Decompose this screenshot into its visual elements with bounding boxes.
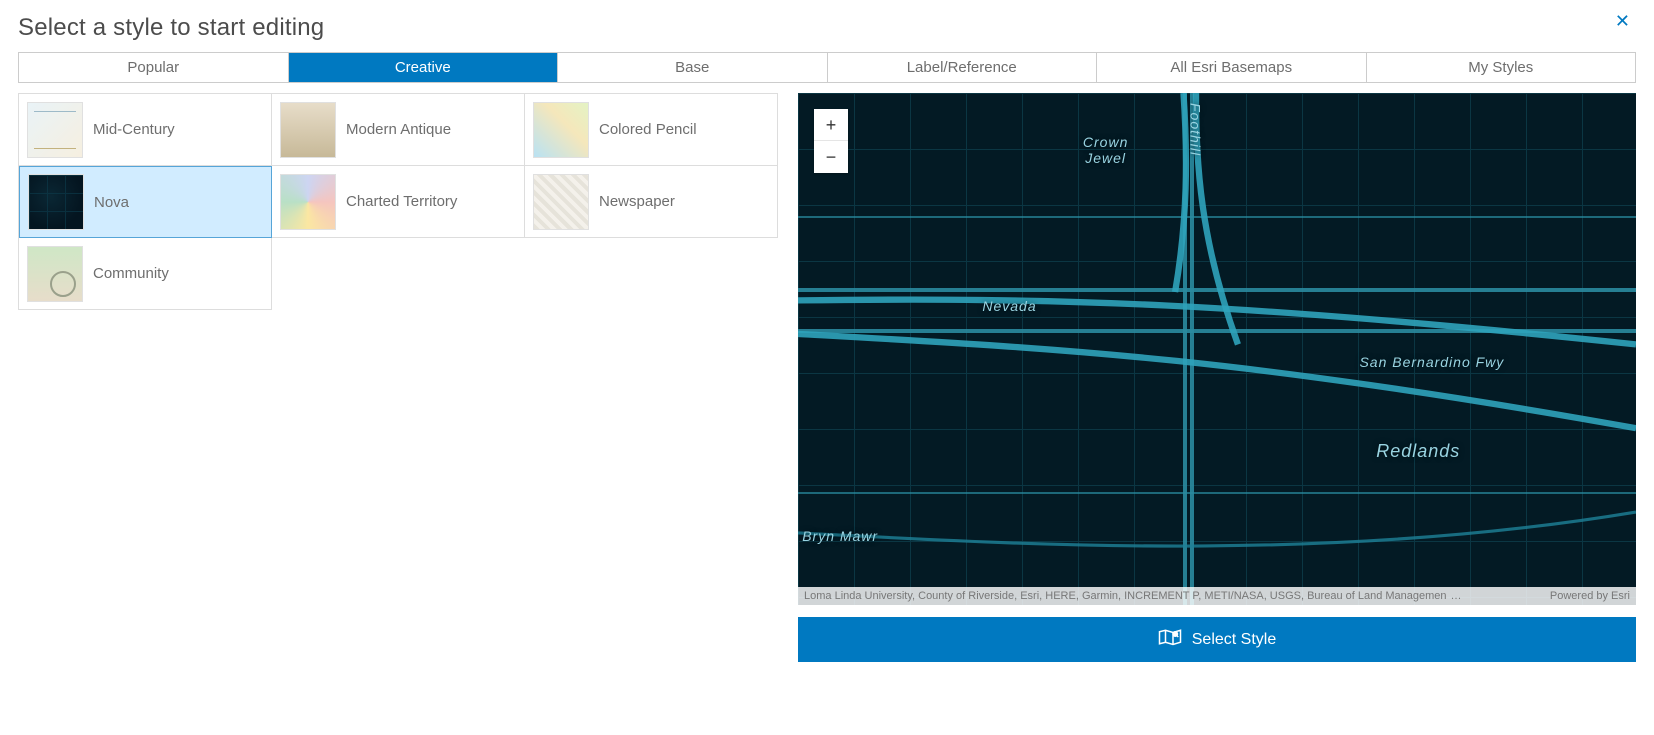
- style-card-nova[interactable]: Nova: [19, 166, 272, 238]
- style-card-modern-antique[interactable]: Modern Antique: [272, 94, 525, 166]
- style-thumbnail: [27, 102, 83, 158]
- style-card-label: Nova: [94, 194, 129, 211]
- map-label-bryn-mawr: Bryn Mawr: [802, 528, 878, 544]
- map-style-icon: [1158, 627, 1182, 652]
- style-card-label: Mid-Century: [93, 121, 175, 138]
- style-thumbnail: [280, 102, 336, 158]
- page-title: Select a style to start editing: [18, 14, 324, 42]
- tab-base[interactable]: Base: [558, 53, 828, 82]
- style-grid: Mid-Century Modern Antique Colored Pencil N…: [18, 93, 778, 310]
- map-attribution-right: Powered by Esri: [1550, 590, 1630, 602]
- map-attribution-left: Loma Linda University, County of Riversi…: [804, 590, 1462, 602]
- map-attribution-bar: Loma Linda University, County of Riversi…: [798, 587, 1636, 605]
- freeway-lines: [798, 93, 1636, 605]
- style-thumbnail: [28, 174, 84, 230]
- select-style-button[interactable]: Select Style: [798, 617, 1636, 662]
- zoom-in-button[interactable]: +: [814, 109, 848, 141]
- tab-label-reference[interactable]: Label/Reference: [828, 53, 1098, 82]
- map-preview[interactable]: CrownJewel Nevada San Bernardino Fwy Red…: [798, 93, 1636, 605]
- tab-popular[interactable]: Popular: [19, 53, 289, 82]
- style-thumbnail: [27, 246, 83, 302]
- style-card-community[interactable]: Community: [19, 238, 272, 310]
- map-label-crown-jewel: CrownJewel: [1083, 134, 1128, 166]
- tab-all-esri-basemaps[interactable]: All Esri Basemaps: [1097, 53, 1367, 82]
- map-zoom-controls: + −: [814, 109, 848, 173]
- zoom-out-button[interactable]: −: [814, 141, 848, 173]
- style-card-label: Community: [93, 265, 169, 282]
- style-card-label: Charted Territory: [346, 193, 457, 210]
- style-card-label: Newspaper: [599, 193, 675, 210]
- style-thumbnail: [280, 174, 336, 230]
- style-card-colored-pencil[interactable]: Colored Pencil: [525, 94, 778, 166]
- map-label-redlands: Redlands: [1376, 441, 1460, 462]
- tab-creative[interactable]: Creative: [289, 53, 559, 82]
- select-style-label: Select Style: [1192, 631, 1276, 649]
- tab-my-styles[interactable]: My Styles: [1367, 53, 1636, 82]
- style-thumbnail: [533, 174, 589, 230]
- map-label-san-bernardino-fwy: San Bernardino Fwy: [1359, 354, 1504, 370]
- map-label-nevada: Nevada: [982, 298, 1036, 314]
- style-category-tabs: PopularCreativeBaseLabel/ReferenceAll Es…: [18, 52, 1636, 83]
- map-label-foothill: Foothill: [1188, 103, 1204, 156]
- style-card-newspaper[interactable]: Newspaper: [525, 166, 778, 238]
- style-card-label: Modern Antique: [346, 121, 451, 138]
- style-card-mid-century[interactable]: Mid-Century: [19, 94, 272, 166]
- style-card-charted-territory[interactable]: Charted Territory: [272, 166, 525, 238]
- close-icon[interactable]: ✕: [1609, 8, 1636, 34]
- style-card-label: Colored Pencil: [599, 121, 697, 138]
- style-thumbnail: [533, 102, 589, 158]
